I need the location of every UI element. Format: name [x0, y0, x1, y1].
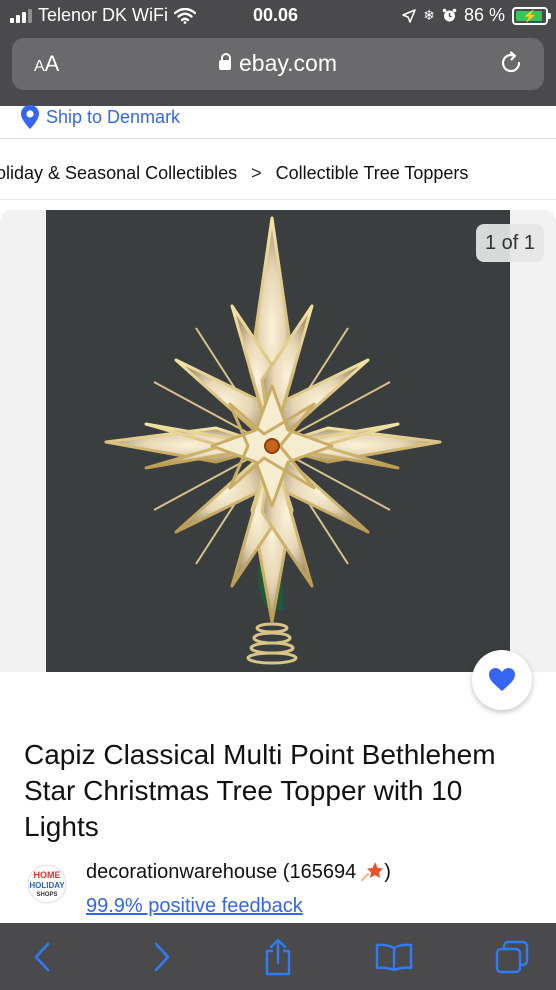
star-topper-image — [104, 216, 442, 665]
breadcrumb-separator: > — [251, 163, 262, 183]
seller-name: decorationwarehouse (165694 — [86, 860, 357, 883]
location-arrow-icon — [402, 8, 417, 23]
chevron-left-icon — [34, 942, 50, 972]
book-icon — [375, 943, 413, 972]
alarm-icon — [442, 8, 457, 22]
wifi-icon — [174, 7, 197, 24]
location-pin-icon — [21, 105, 39, 129]
lock-icon — [218, 53, 231, 70]
browser-toolbar — [0, 923, 556, 990]
carrier-label: Telenor DK WiFi — [38, 5, 169, 25]
seller-name-link[interactable]: decorationwarehouse (165694 ) — [86, 860, 391, 884]
back-button[interactable] — [22, 937, 62, 977]
seller-logo-text: HOLIDAY — [29, 881, 65, 890]
seller-name-suffix: ) — [384, 860, 391, 883]
url-field[interactable]: ebay.com — [12, 50, 544, 77]
cell-signal-icon — [10, 8, 32, 23]
seller-feedback-link[interactable]: 99.9% positive feedback — [86, 895, 303, 918]
bookmarks-button[interactable] — [374, 937, 414, 977]
breadcrumb: oliday & Seasonal Collectibles > Collect… — [0, 163, 468, 184]
snowflake-icon: ❄ — [423, 7, 435, 23]
status-time: 00.06 — [253, 5, 299, 25]
address-bar[interactable]: AA ebay.com — [12, 38, 544, 90]
ship-to-label: Ship to Denmark — [46, 106, 181, 127]
share-icon — [265, 938, 291, 976]
browser-top-chrome: Telenor DK WiFi 00.06 ❄ 86 % ⚡ AA ebay.c… — [0, 0, 556, 106]
feedback-star-icon — [361, 862, 384, 881]
tabs-button[interactable] — [492, 937, 532, 977]
tabs-icon — [495, 940, 529, 974]
seller-logo-text: HOME — [34, 870, 61, 880]
status-bar: Telenor DK WiFi 00.06 ❄ 86 % ⚡ — [0, 0, 556, 32]
product-image[interactable] — [46, 210, 510, 672]
image-gallery[interactable]: 1 of 1 — [0, 210, 556, 672]
seller-logo[interactable]: HOME HOLIDAY SHOPS — [24, 864, 70, 904]
reload-icon[interactable] — [498, 50, 524, 76]
forward-button[interactable] — [142, 937, 182, 977]
watchlist-button[interactable] — [472, 650, 532, 710]
share-button[interactable] — [258, 937, 298, 977]
breadcrumb-item-tree-toppers[interactable]: Collectible Tree Toppers — [276, 163, 469, 184]
url-text: ebay.com — [238, 50, 337, 76]
status-right: ❄ 86 % ⚡ — [402, 5, 551, 26]
breadcrumb-item-seasonal[interactable]: oliday & Seasonal Collectibles — [0, 163, 237, 184]
divider — [0, 138, 556, 139]
chevron-right-icon — [154, 942, 170, 972]
status-left: Telenor DK WiFi — [10, 5, 197, 26]
divider — [0, 199, 556, 200]
image-counter: 1 of 1 — [476, 224, 544, 262]
item-title: Capiz Classical Multi Point Bethlehem St… — [24, 739, 496, 842]
heart-icon — [489, 668, 515, 691]
battery-icon: ⚡ — [512, 6, 551, 25]
battery-percent: 86 % — [463, 5, 505, 25]
ship-to-link[interactable]: Ship to Denmark — [20, 104, 180, 130]
seller-logo-text: SHOPS — [36, 892, 57, 898]
